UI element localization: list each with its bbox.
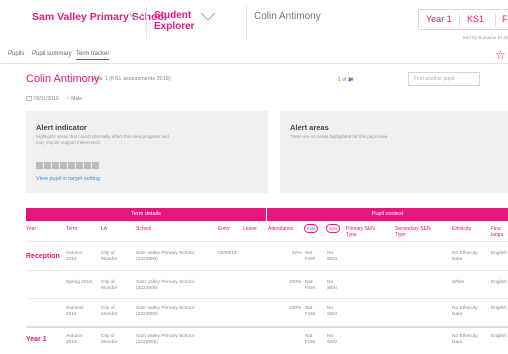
attendance-cell: 100% bbox=[289, 280, 302, 285]
school-cell: Sam Valley Primary School (2222900) bbox=[136, 280, 194, 291]
view-target-setting-link[interactable]: View pupil in target setting bbox=[36, 176, 100, 182]
language-cell: English bbox=[491, 280, 507, 285]
col-primary-sen[interactable]: Primary SEN Type bbox=[346, 226, 375, 238]
sen-cell: No SEN bbox=[327, 306, 337, 317]
year-label: Reception bbox=[26, 253, 60, 260]
col-school[interactable]: School bbox=[136, 226, 151, 232]
sen-cell: No SEN bbox=[327, 280, 337, 291]
star-icon[interactable]: ☆ bbox=[495, 49, 506, 61]
language-cell: English bbox=[491, 306, 507, 311]
attendance-cell: 92% bbox=[292, 251, 302, 256]
alert-blocks bbox=[36, 156, 100, 174]
school-cell: Sam Valley Primary School (2222900) bbox=[136, 306, 194, 317]
tab-pupils[interactable]: Pupils bbox=[8, 51, 24, 57]
la-cell: City of Mondor bbox=[101, 251, 118, 262]
alert-areas-title: Alert areas bbox=[290, 123, 329, 132]
alert-areas-desc: There are no areas highlighted for this … bbox=[290, 134, 388, 139]
calendar-icon bbox=[26, 96, 32, 101]
dob: 09/11/2010 bbox=[34, 96, 59, 102]
ethnicity-cell: No Ethnicity Data bbox=[452, 251, 478, 262]
alert-indicator-title: Alert indicator bbox=[36, 123, 87, 132]
pupil-meta: 09/11/2010 ♂ Male bbox=[26, 96, 82, 102]
la-cell: City of Mondor bbox=[101, 334, 118, 345]
ethnicity-cell: White bbox=[452, 280, 465, 285]
person-icon: ♂ bbox=[66, 96, 70, 102]
term-details-header: Term details bbox=[26, 208, 266, 221]
la-cell: City of Mondor bbox=[101, 280, 118, 291]
pupil-context-header: Pupil context bbox=[267, 208, 508, 221]
sort-label[interactable]: Sort by Surname (A-Z) bbox=[463, 35, 508, 40]
find-pupil-input[interactable]: Find another pupil bbox=[408, 72, 480, 86]
gender: Male bbox=[71, 96, 83, 102]
fsm-cell: Not FSM bbox=[305, 280, 316, 291]
alert-indicator-panel: Alert indicator Highlights areas that co… bbox=[26, 111, 268, 193]
col-year[interactable]: Year bbox=[26, 226, 36, 232]
language-cell: English bbox=[491, 251, 507, 256]
year-filter[interactable]: Year 1 KS1 F bbox=[418, 9, 508, 30]
entry-cell: 02/09/15 bbox=[218, 251, 237, 256]
term-cell: Summer 2016 bbox=[66, 306, 85, 317]
col-leave[interactable]: Leave bbox=[243, 226, 257, 232]
term-cell: Autumn 2016 bbox=[66, 334, 83, 345]
sen-cell: No SEN bbox=[327, 251, 337, 262]
sen-cell: No SEN bbox=[327, 334, 337, 345]
year-label: Year 1 bbox=[26, 336, 47, 343]
breadcrumb-student-explorer[interactable]: Student Explorer bbox=[154, 10, 195, 32]
tab-term-tracker[interactable]: Term tracker bbox=[76, 51, 110, 60]
chevron-down-icon[interactable] bbox=[128, 12, 144, 22]
col-ethnicity[interactable]: Ethnicity bbox=[452, 226, 471, 232]
top-header: Sam Valley Primary School Student Explor… bbox=[0, 0, 508, 44]
alert-indicator-desc: Highlights areas that could potentially … bbox=[36, 134, 169, 145]
fsm-cell: Not FSM bbox=[305, 334, 316, 345]
col-term[interactable]: Term bbox=[66, 226, 77, 232]
chevron-down-icon[interactable] bbox=[200, 12, 216, 22]
col-sen[interactable]: SEN bbox=[326, 224, 340, 233]
col-entry[interactable]: Entry bbox=[218, 226, 230, 232]
term-cell: Autumn 2015 bbox=[66, 251, 83, 262]
school-cell: Sam Valley Primary School (2222900) bbox=[136, 334, 194, 345]
col-first-language[interactable]: First langu bbox=[491, 226, 503, 238]
next-pupil-icon[interactable]: ▶ bbox=[349, 76, 354, 83]
col-la[interactable]: LA bbox=[101, 226, 107, 232]
school-cell: Sam Valley Primary School (2222900) bbox=[136, 251, 194, 262]
la-cell: City of Mondor bbox=[101, 306, 118, 317]
ethnicity-cell: No Ethnicity Data bbox=[452, 334, 478, 345]
attendance-cell: 100% bbox=[289, 306, 302, 311]
alert-areas-panel: Alert areas There are no areas highlight… bbox=[280, 111, 508, 193]
extra-tab[interactable]: F bbox=[502, 14, 508, 24]
language-cell: English bbox=[491, 334, 507, 339]
fsm-cell: Not FSM bbox=[305, 306, 316, 317]
tab-pupil-summary[interactable]: Pupil summary bbox=[32, 51, 72, 57]
col-attendance[interactable]: Attendance bbox=[268, 226, 293, 232]
tab-bar: Pupils Pupil summary Term tracker bbox=[0, 46, 508, 64]
year-tab[interactable]: Year 1 bbox=[426, 14, 452, 24]
col-secondary-sen[interactable]: Secondary SEN Type bbox=[395, 226, 431, 238]
ethnicity-cell: No Ethnicity Data bbox=[452, 306, 478, 317]
term-cell: Spring 2016 bbox=[66, 280, 92, 285]
col-fsm[interactable]: FSM bbox=[304, 224, 318, 233]
ks-tab[interactable]: KS1 bbox=[467, 14, 484, 24]
pupil-subtitle: Year 1 (KS1 assessments 2018) bbox=[92, 76, 171, 82]
breadcrumb-pupil[interactable]: Colin Antimony bbox=[254, 11, 321, 22]
fsm-cell: Not FSM bbox=[305, 251, 316, 262]
pupil-name: Colin Antimony bbox=[26, 73, 100, 85]
